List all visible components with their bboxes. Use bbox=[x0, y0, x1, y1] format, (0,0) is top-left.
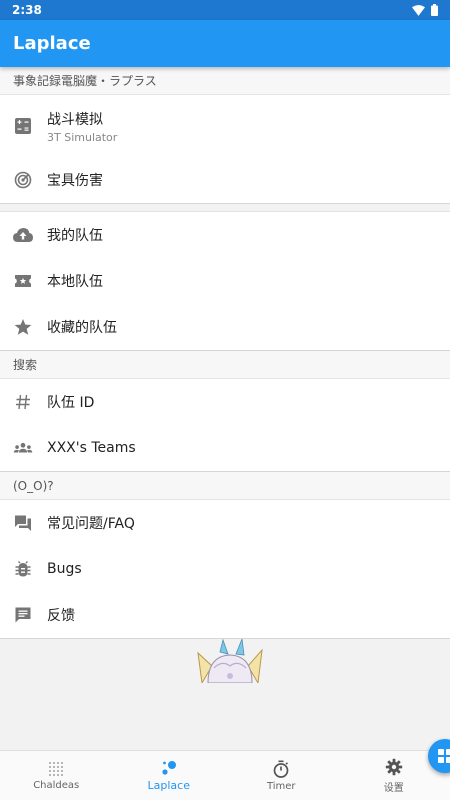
gear-icon bbox=[385, 758, 402, 775]
section-header-misc: (O_O)? bbox=[0, 472, 450, 500]
status-time: 2:38 bbox=[12, 3, 42, 17]
menu-item-sublabel: 3T Simulator bbox=[47, 130, 118, 144]
menu-item-bugs[interactable]: Bugs bbox=[0, 546, 450, 592]
menu-item-label: 常见问题/FAQ bbox=[47, 516, 135, 532]
divider bbox=[0, 204, 450, 212]
forum-icon bbox=[13, 513, 33, 533]
hash-icon bbox=[13, 392, 33, 412]
group-icon bbox=[13, 438, 33, 458]
menu-item-local-teams[interactable]: 本地队伍 bbox=[0, 258, 450, 304]
bubbles-icon bbox=[162, 760, 176, 775]
status-bar: 2:38 bbox=[0, 0, 450, 20]
battery-icon bbox=[431, 4, 438, 16]
bug-icon bbox=[13, 559, 33, 579]
menu-item-user-teams[interactable]: XXX's Teams bbox=[0, 425, 450, 471]
app-title: Laplace bbox=[13, 33, 91, 54]
menu-item-simulator[interactable]: 战斗模拟 3T Simulator bbox=[0, 95, 450, 157]
menu-item-label: 收藏的队伍 bbox=[47, 320, 117, 336]
apps-grid-icon bbox=[438, 749, 450, 763]
menu-item-label: Bugs bbox=[47, 561, 82, 577]
menu-item-label: 我的队伍 bbox=[47, 228, 103, 244]
wifi-icon bbox=[412, 4, 425, 16]
group-search: 队伍 ID XXX's Teams bbox=[0, 379, 450, 472]
nav-tab-timer[interactable]: Timer bbox=[225, 751, 338, 800]
group-tools: 战斗模拟 3T Simulator 宝具伤害 bbox=[0, 95, 450, 204]
menu-item-label: 战斗模拟 bbox=[47, 111, 103, 128]
menu-item-label: XXX's Teams bbox=[47, 440, 136, 456]
nav-label: 设置 bbox=[383, 782, 404, 794]
menu-item-team-id[interactable]: 队伍 ID bbox=[0, 379, 450, 425]
nav-label: Timer bbox=[266, 780, 296, 792]
feedback-icon bbox=[13, 605, 33, 625]
nav-tab-laplace[interactable]: Laplace bbox=[113, 751, 226, 800]
cloud-upload-icon bbox=[13, 225, 33, 245]
ticket-icon bbox=[13, 271, 33, 291]
menu-item-my-teams[interactable]: 我的队伍 bbox=[0, 212, 450, 258]
target-icon bbox=[13, 170, 33, 190]
menu-item-label: 宝具伤害 bbox=[47, 173, 103, 189]
mascot-illustration bbox=[197, 638, 263, 683]
star-icon bbox=[13, 317, 33, 337]
group-misc: 常见问题/FAQ Bugs 反馈 bbox=[0, 500, 450, 639]
menu-item-fav-teams[interactable]: 收藏的队伍 bbox=[0, 304, 450, 350]
section-header-main: 事象記録電脳魔・ラプラス bbox=[0, 67, 450, 95]
menu-item-label: 本地队伍 bbox=[47, 274, 103, 290]
app-bar: Laplace bbox=[0, 20, 450, 67]
bottom-navigation: Chaldeas Laplace Timer 设置 bbox=[0, 750, 450, 800]
section-header-search: 搜索 bbox=[0, 351, 450, 379]
nav-label: Chaldeas bbox=[33, 779, 80, 791]
menu-item-faq[interactable]: 常见问题/FAQ bbox=[0, 500, 450, 546]
menu-item-label: 反馈 bbox=[47, 608, 75, 624]
nav-label: Laplace bbox=[147, 778, 190, 792]
grid-dots-icon bbox=[49, 761, 64, 776]
nav-tab-chaldeas[interactable]: Chaldeas bbox=[0, 751, 113, 800]
group-teams: 我的队伍 本地队伍 收藏的队伍 bbox=[0, 212, 450, 351]
menu-item-label: 队伍 ID bbox=[47, 395, 95, 411]
menu-item-np-damage[interactable]: 宝具伤害 bbox=[0, 157, 450, 203]
menu-item-feedback[interactable]: 反馈 bbox=[0, 592, 450, 638]
timer-icon bbox=[273, 760, 289, 778]
calculator-icon bbox=[13, 116, 33, 136]
